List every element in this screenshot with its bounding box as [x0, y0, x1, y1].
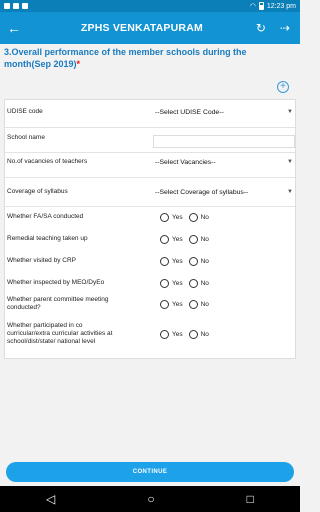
radio-circle-icon — [160, 234, 169, 244]
refresh-icon[interactable]: ↻ — [256, 21, 266, 35]
school-name-input[interactable] — [153, 135, 295, 148]
yes-radio[interactable]: Yes — [160, 278, 183, 288]
radio-circle-icon — [160, 299, 169, 309]
back-triangle-icon[interactable]: ◁ — [46, 492, 55, 506]
continue-button[interactable]: CONTINUE — [6, 462, 294, 482]
udise-label: UDISE code — [7, 108, 43, 115]
yes-radio[interactable]: Yes — [160, 299, 183, 309]
question-label: Whether FA/SA conducted — [7, 213, 84, 220]
logout-icon[interactable]: ⇢ — [280, 21, 290, 35]
radio-group: Yes No — [160, 212, 209, 222]
clock: 12:23 pm — [266, 2, 296, 10]
dropdown-caret-icon: ▼ — [287, 109, 293, 115]
no-radio[interactable]: No — [188, 329, 209, 339]
radio-circle-icon — [188, 212, 198, 222]
radio-circle-icon — [160, 256, 169, 266]
radio-circle-icon — [188, 329, 198, 339]
notification-icon — [13, 3, 19, 9]
required-mark: * — [76, 59, 81, 69]
status-bar: ◠ 12:23 pm — [0, 0, 300, 12]
notification-icon — [4, 3, 10, 9]
yes-radio[interactable]: Yes — [160, 329, 183, 339]
recents-square-icon[interactable]: □ — [247, 492, 254, 506]
radio-group: Yes No — [160, 278, 209, 288]
yes-radio[interactable]: Yes — [160, 234, 183, 244]
radio-circle-icon — [188, 299, 198, 309]
question-title: 3.Overall performance of the member scho… — [4, 47, 247, 69]
radio-circle-icon — [160, 212, 169, 222]
no-radio[interactable]: No — [188, 299, 209, 309]
dropdown-caret-icon: ▼ — [287, 159, 293, 165]
radio-circle-icon — [188, 256, 198, 266]
udise-select[interactable]: --Select UDISE Code-- ▼ — [155, 109, 295, 116]
form-card: UDISE code --Select UDISE Code-- ▼ Schoo… — [4, 99, 296, 359]
vacancy-label: No.of vacancies of teachers — [7, 158, 88, 165]
yes-radio[interactable]: Yes — [160, 212, 183, 222]
question-label: Whether visited by CRP — [7, 257, 76, 264]
question-label: Whether parent committee meeting conduct… — [7, 296, 109, 311]
question-label: Whether inspected by MEO/DyEo — [7, 279, 105, 286]
radio-circle-icon — [188, 278, 198, 288]
syllabus-label: Coverage of syllabus — [7, 188, 68, 195]
wifi-icon: ◠ — [249, 3, 256, 10]
battery-icon — [258, 2, 264, 10]
no-radio[interactable]: No — [188, 256, 209, 266]
question-label: Whether participated in co curricular/ex… — [7, 322, 113, 345]
school-name-label: School name — [7, 134, 45, 141]
notification-icon — [22, 3, 28, 9]
syllabus-select[interactable]: --Select Coverage of syllabus-- ▼ — [155, 189, 295, 196]
radio-circle-icon — [160, 329, 169, 339]
system-nav-bar: ◁ ○ □ — [0, 486, 300, 512]
no-radio[interactable]: No — [188, 212, 209, 222]
no-radio[interactable]: No — [188, 234, 209, 244]
radio-circle-icon — [188, 234, 198, 244]
page-title: ZPHS VENKATAPURAM — [80, 22, 203, 34]
back-arrow-icon[interactable]: ← — [0, 20, 28, 36]
vacancy-select[interactable]: --Select Vacancies-- ▼ — [155, 159, 295, 166]
no-radio[interactable]: No — [188, 278, 209, 288]
radio-group: Yes No — [160, 299, 209, 309]
app-bar: ← ZPHS VENKATAPURAM ↻ ⇢ — [0, 12, 300, 44]
radio-group: Yes No — [160, 256, 209, 266]
add-icon[interactable]: + — [277, 81, 289, 93]
home-circle-icon[interactable]: ○ — [147, 492, 154, 506]
yes-radio[interactable]: Yes — [160, 256, 183, 266]
dropdown-caret-icon: ▼ — [287, 189, 293, 195]
radio-circle-icon — [160, 278, 169, 288]
question-label: Remedial teaching taken up — [7, 235, 88, 242]
radio-group: Yes No — [160, 329, 209, 339]
radio-group: Yes No — [160, 234, 209, 244]
